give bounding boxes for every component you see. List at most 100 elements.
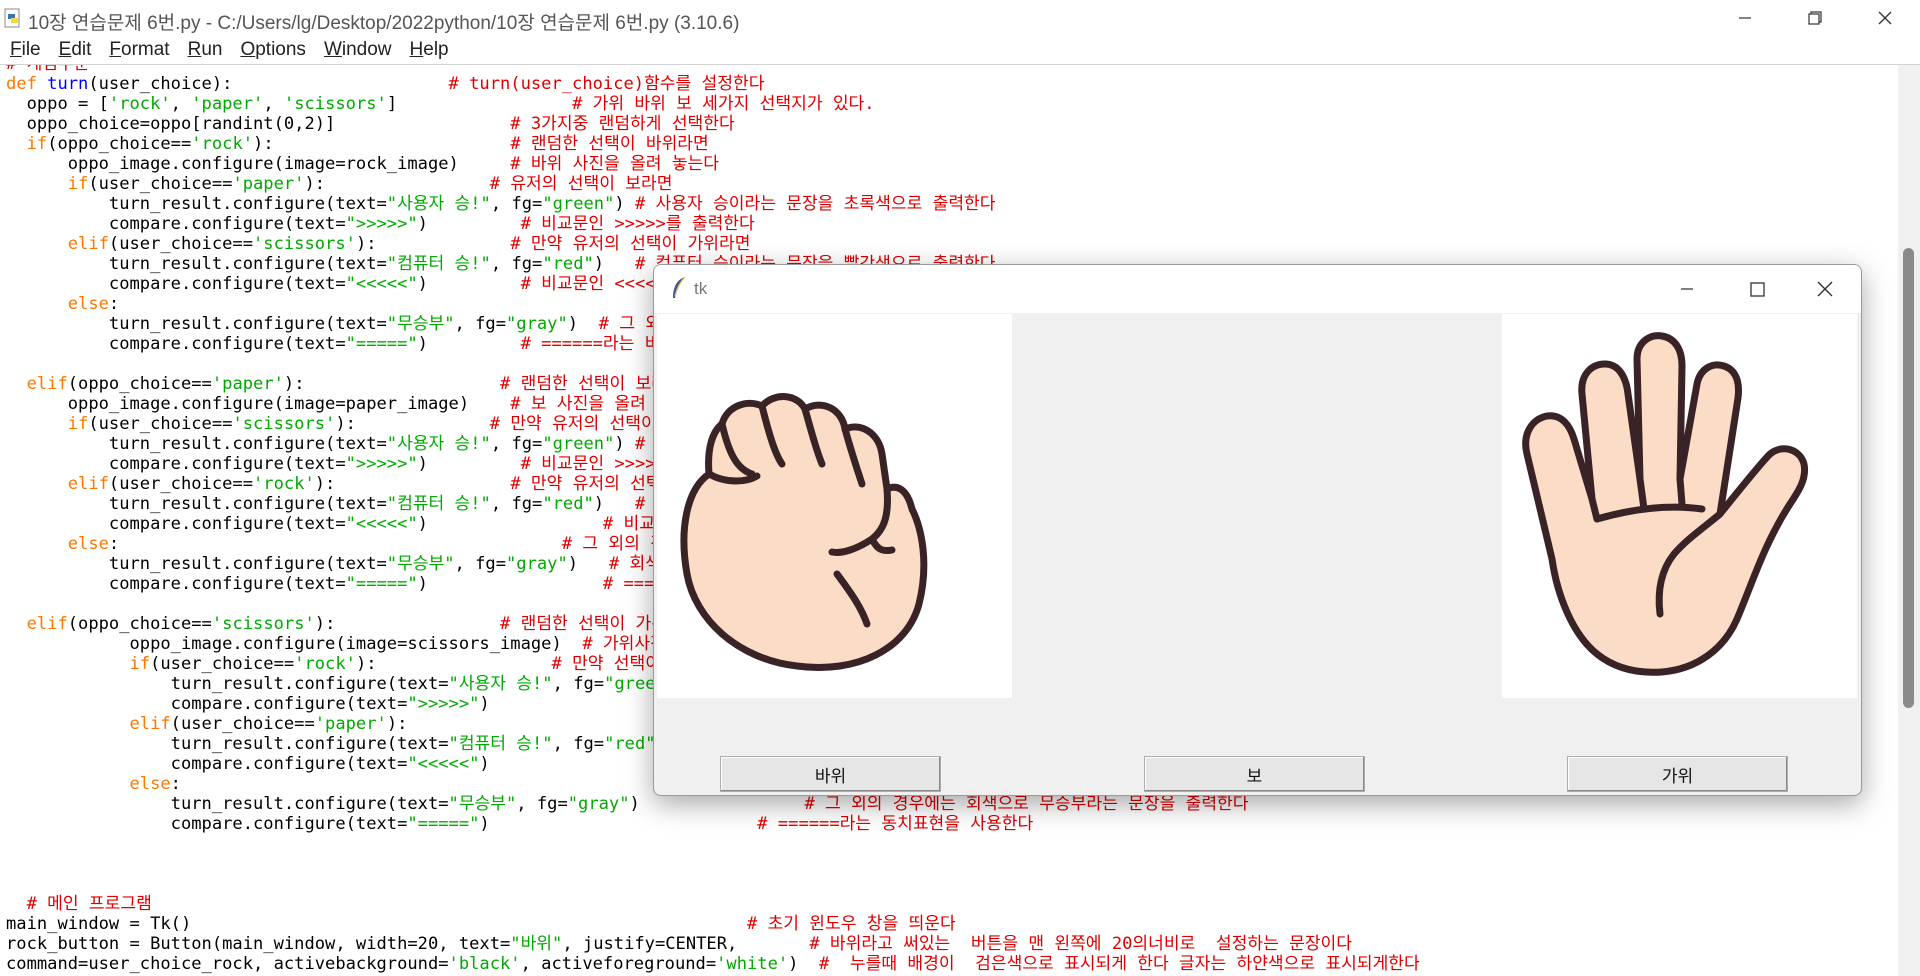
computer-choice-image — [1502, 314, 1857, 698]
code-token: 'paper' — [314, 714, 387, 734]
paper-button[interactable]: 보 — [1144, 756, 1365, 792]
code-token: "<<<<<" — [345, 274, 418, 294]
code-token: # 사용자 승이라는 문장을 초록색으로 출력한다 — [634, 194, 996, 214]
menu-format[interactable]: Format — [99, 39, 177, 61]
scissors-button[interactable]: 가위 — [1567, 756, 1788, 792]
scrollbar-thumb[interactable] — [1903, 248, 1914, 708]
tk-titlebar: tk — [654, 265, 1861, 313]
maximize-icon — [1749, 281, 1765, 297]
menu-run[interactable]: Run — [178, 39, 231, 61]
code-token: ) — [567, 554, 609, 574]
code-token: command=user_choice_rock, activebackgrou… — [6, 954, 449, 974]
code-line[interactable]: if(oppo_choice=='rock'): # 랜덤한 선택이 바위라면 — [6, 134, 1420, 154]
code-token: compare.configure(text= — [6, 514, 346, 534]
code-token: elif — [67, 474, 109, 494]
code-line[interactable]: def turn(user_choice): # turn(user_choic… — [6, 74, 1420, 94]
code-line[interactable]: oppo_choice=oppo[randint(0,2)] # 3가지중 랜덤… — [6, 114, 1420, 134]
code-line[interactable]: if(user_choice=='paper'): # 유저의 선택이 보라면 — [6, 174, 1420, 194]
code-token: ) — [593, 494, 635, 514]
code-token: "무승부" — [386, 554, 455, 574]
code-token: (user_choice== — [170, 714, 315, 734]
menu-mnemonic: H — [409, 39, 424, 60]
code-line[interactable]: compare.configure(text="=====") # ======… — [6, 814, 1420, 834]
code-token: ) — [788, 954, 820, 974]
menu-mnemonic: E — [58, 39, 72, 60]
code-token: compare.configure(text= — [6, 754, 408, 774]
code-token: (user_choice== — [108, 234, 254, 254]
code-token: 'scissors' — [253, 234, 356, 254]
tk-window: tk 바위 보 가위 — [653, 264, 1862, 796]
code-token: ) — [614, 194, 635, 214]
code-token: , — [263, 94, 284, 114]
code-line[interactable]: turn_result.configure(text="사용자 승!", fg=… — [6, 194, 1420, 214]
code-line[interactable]: rock_button = Button(main_window, width=… — [6, 934, 1420, 954]
menu-file[interactable]: File — [0, 39, 49, 61]
code-token: compare.configure(text= — [6, 454, 346, 474]
code-token: , fg= — [490, 494, 543, 514]
code-token: , fg= — [516, 794, 568, 814]
code-token: "=====" — [345, 334, 418, 354]
code-line[interactable] — [6, 834, 1420, 854]
menu-window[interactable]: Window — [314, 39, 400, 61]
code-token: , fg= — [552, 674, 605, 694]
code-token: oppo_image.configure(image=scissors_imag… — [6, 634, 583, 654]
code-token: "무승부" — [448, 794, 517, 814]
code-token: : — [108, 294, 120, 314]
code-token: (oppo_choice== — [67, 374, 212, 394]
code-token: 'rock' — [191, 134, 254, 154]
code-token: ): — [304, 174, 490, 194]
code-token: 'scissors' — [211, 614, 315, 634]
tk-feather-icon — [673, 276, 686, 298]
code-line[interactable]: # 게임부분 — [6, 65, 1420, 74]
code-token: (user_choice== — [150, 654, 295, 674]
code-line[interactable]: compare.configure(text=">>>>>") # 비교문인 >… — [6, 214, 1420, 234]
tk-close-button[interactable] — [1790, 265, 1860, 313]
code-line[interactable]: oppo_image.configure(image=rock_image) #… — [6, 154, 1420, 174]
menu-edit[interactable]: Edit — [49, 39, 100, 61]
code-token: 'scissors' — [283, 94, 387, 114]
code-token: 'white' — [716, 954, 789, 974]
code-line[interactable]: turn_result.configure(text="무승부", fg="gr… — [6, 794, 1420, 814]
code-line[interactable] — [6, 874, 1420, 894]
code-token: 'paper' — [191, 94, 264, 114]
code-token: ) — [567, 314, 599, 334]
code-line[interactable]: main_window = Tk() # 초기 윈도우 창을 띄운다 — [6, 914, 1420, 934]
menu-options[interactable]: Options — [230, 39, 313, 61]
code-token: "gray" — [567, 794, 630, 814]
code-token: # turn(user_choice)함수를 설정한다 — [448, 74, 765, 94]
code-token: "컴퓨터 승!" — [386, 254, 491, 274]
code-token: (oppo_choice== — [47, 134, 192, 154]
restore-button[interactable] — [1780, 0, 1850, 36]
code-line[interactable]: elif(user_choice=='scissors'): # 만약 유저의 … — [6, 234, 1420, 254]
rock-button[interactable]: 바위 — [720, 756, 941, 792]
code-token: turn_result.configure(text= — [6, 434, 387, 454]
code-token: , fg= — [490, 434, 543, 454]
menu-mnemonic: R — [187, 39, 202, 60]
tk-minimize-button[interactable] — [1652, 265, 1722, 313]
code-token: (user_choice== — [88, 174, 233, 194]
minimize-button[interactable] — [1710, 0, 1780, 36]
menu-bar: File Edit Format Run Options Window Help — [0, 36, 1920, 65]
tk-maximize-button[interactable] — [1722, 265, 1792, 313]
menu-mnemonic: O — [240, 39, 256, 60]
code-line[interactable]: command=user_choice_rock, activebackgrou… — [6, 954, 1420, 974]
rock-fist-icon — [680, 393, 928, 671]
menu-label-rest: ormat — [121, 39, 170, 60]
code-token: "<<<<<" — [407, 754, 480, 774]
code-token: "=====" — [345, 574, 418, 594]
menu-label-rest: dit — [71, 39, 92, 60]
close-button[interactable] — [1850, 0, 1920, 36]
code-token: turn_result.configure(text= — [6, 734, 449, 754]
code-token: compare.configure(text= — [6, 334, 346, 354]
code-token: "바위" — [510, 934, 563, 954]
code-line[interactable]: oppo = ['rock', 'paper', 'scissors'] # 가… — [6, 94, 1420, 114]
code-line[interactable] — [6, 854, 1420, 874]
code-token: ) — [417, 334, 521, 354]
code-token: compare.configure(text= — [6, 274, 346, 294]
code-token: ): — [314, 614, 501, 634]
code-line[interactable]: # 메인 프로그램 — [6, 894, 1420, 914]
menu-help[interactable]: Help — [400, 39, 457, 61]
